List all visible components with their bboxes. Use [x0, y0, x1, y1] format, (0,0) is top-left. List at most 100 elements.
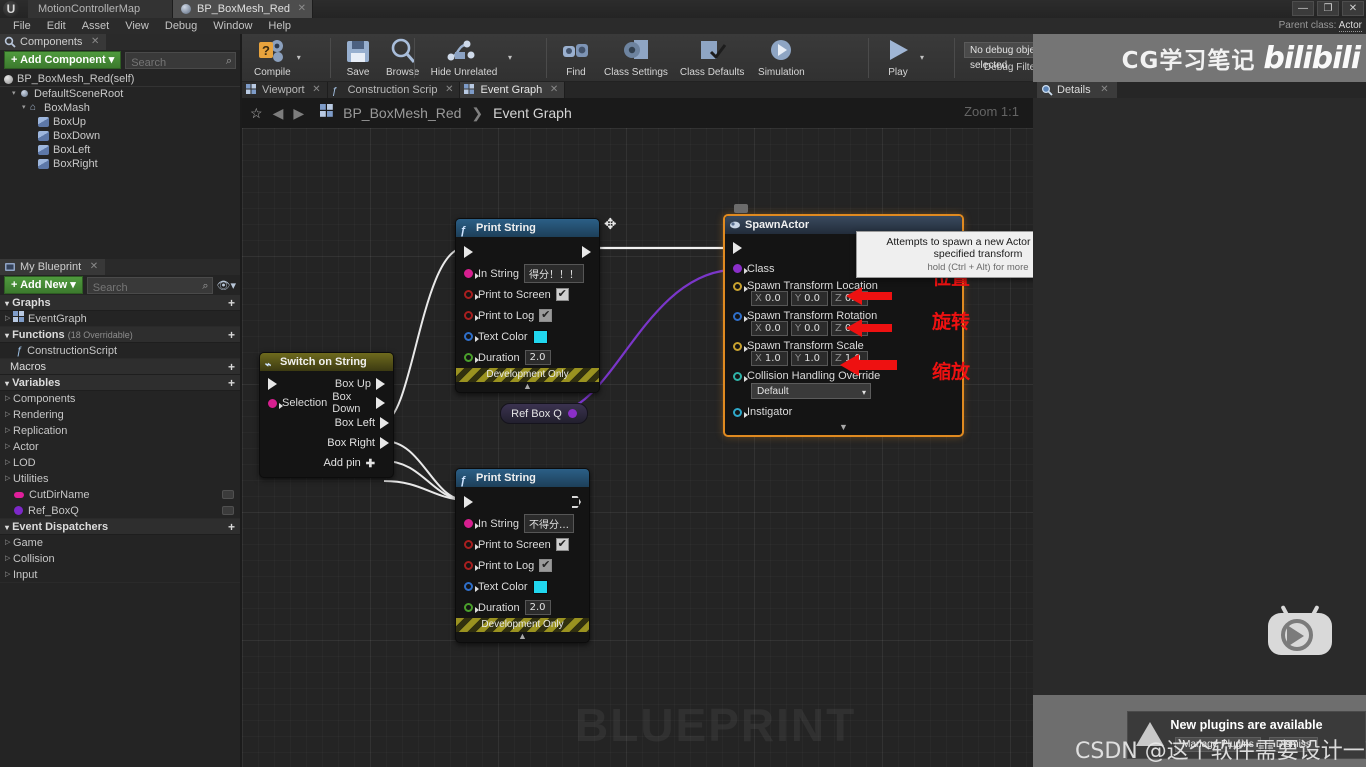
in-string-pin[interactable]: [464, 269, 479, 279]
text-color-pin[interactable]: [464, 582, 479, 592]
duration-input[interactable]: 2.0: [524, 600, 551, 615]
section-arrow-icon[interactable]: ▾: [5, 299, 9, 308]
exec-out-pin-box-right[interactable]: [380, 437, 389, 449]
tab-components[interactable]: Components ✕: [0, 34, 107, 50]
tree-item-defaultsceneroot[interactable]: ▾ DefaultSceneRoot: [0, 87, 240, 101]
text-color-swatch[interactable]: [532, 579, 548, 594]
compile-button[interactable]: ? Compile: [248, 35, 297, 78]
instigator-pin[interactable]: [733, 407, 748, 418]
expand-toggle[interactable]: ▼: [725, 421, 962, 435]
close-icon[interactable]: ✕: [445, 82, 453, 98]
class-defaults-button[interactable]: Class Defaults: [674, 35, 750, 78]
menu-item-edit[interactable]: Edit: [39, 18, 74, 34]
exec-in-pin[interactable]: [464, 246, 473, 258]
menu-item-view[interactable]: View: [117, 18, 157, 34]
list-item-replication[interactable]: ▷ Replication: [0, 423, 240, 439]
exec-out-pin-box-left[interactable]: [380, 417, 389, 429]
expand-arrow-icon[interactable]: ▾: [12, 87, 20, 101]
scale-z-input[interactable]: Z 1.0: [831, 351, 868, 366]
expand-arrow-icon[interactable]: ▷: [5, 455, 13, 471]
section-arrow-icon[interactable]: ▾: [5, 523, 9, 532]
section-functions[interactable]: ▾ Functions (18 Overridable) +: [0, 327, 240, 343]
tree-item-self[interactable]: BP_BoxMesh_Red(self): [0, 72, 240, 87]
maximize-button[interactable]: ❐: [1317, 1, 1339, 16]
find-button[interactable]: Find: [554, 35, 598, 78]
forward-arrow-icon[interactable]: ▶: [293, 105, 304, 122]
tab-event-graph[interactable]: Event Graph ✕: [460, 82, 566, 98]
list-item-actor[interactable]: ▷ Actor: [0, 439, 240, 455]
list-item-rendering[interactable]: ▷ Rendering: [0, 407, 240, 423]
text-color-swatch[interactable]: [532, 329, 548, 344]
collision-override-pin[interactable]: [733, 371, 748, 382]
simulation-button[interactable]: Simulation: [750, 35, 812, 78]
duration-input[interactable]: 2.0: [524, 350, 551, 365]
search-input[interactable]: [87, 280, 212, 295]
scale-x-input[interactable]: X 1.0: [751, 351, 788, 366]
print-to-log-pin[interactable]: [464, 311, 479, 321]
play-button[interactable]: Play: [876, 35, 920, 78]
menu-item-debug[interactable]: Debug: [157, 18, 205, 34]
list-item-cutdirname[interactable]: CutDirName: [0, 487, 240, 503]
expand-arrow-icon[interactable]: ▷: [5, 535, 13, 551]
add-macro-button[interactable]: +: [228, 359, 235, 375]
spawn-rotation-pin[interactable]: [733, 311, 748, 322]
tab-construction-script[interactable]: ƒ Construction Scrip ✕: [327, 82, 461, 98]
back-arrow-icon[interactable]: ◀: [273, 105, 284, 122]
window-tab-motioncontrollermap[interactable]: MotionControllerMap: [28, 0, 173, 18]
hide-unrelated-button[interactable]: Hide Unrelated: [420, 35, 508, 78]
print-to-screen-checkbox[interactable]: ✔: [555, 288, 569, 301]
add-variable-button[interactable]: +: [228, 375, 235, 391]
in-string-input[interactable]: 不得分…: [523, 514, 574, 533]
visibility-toggle[interactable]: [222, 506, 234, 515]
rotation-x-input[interactable]: X 0.0: [751, 321, 788, 336]
exec-out-pin-box-up[interactable]: [376, 378, 385, 390]
tree-item-boxup[interactable]: BoxUp: [0, 115, 240, 129]
collision-override-select[interactable]: Default ▾: [751, 383, 871, 399]
tree-item-boxmash[interactable]: ▾ ⌂ BoxMash: [0, 101, 240, 115]
expand-arrow-icon[interactable]: ▷: [5, 311, 13, 327]
print-to-screen-pin[interactable]: [464, 290, 479, 300]
close-icon[interactable]: ✕: [1100, 82, 1108, 98]
in-string-pin[interactable]: [464, 519, 479, 529]
exec-in-pin[interactable]: [464, 496, 473, 508]
window-tab-bpboxmeshred[interactable]: BP_BoxMesh_Red ✕: [173, 0, 313, 18]
spawn-scale-pin[interactable]: [733, 341, 748, 352]
section-arrow-icon[interactable]: ▾: [5, 379, 9, 388]
tree-item-boxdown[interactable]: BoxDown: [0, 129, 240, 143]
node-print-string-1[interactable]: ƒ Print String In String 得分！！！ Print to …: [455, 218, 600, 393]
collapse-toggle[interactable]: ▲: [456, 382, 599, 392]
parent-class-value[interactable]: Actor: [1338, 20, 1362, 32]
exec-in-pin[interactable]: [733, 242, 742, 254]
expand-arrow-icon[interactable]: ▷: [5, 423, 13, 439]
add-component-button[interactable]: + Add Component ▾: [4, 51, 122, 69]
hide-unrelated-dropdown-caret[interactable]: ▾: [508, 53, 512, 62]
expand-arrow-icon[interactable]: ▷: [5, 439, 13, 455]
expand-arrow-icon[interactable]: ▷: [5, 551, 13, 567]
collapse-toggle[interactable]: ▲: [456, 632, 589, 642]
in-string-input[interactable]: 得分！！！: [523, 264, 584, 283]
section-variables[interactable]: ▾ Variables +: [0, 375, 240, 391]
expand-arrow-icon[interactable]: ▷: [5, 391, 13, 407]
menu-item-file[interactable]: File: [5, 18, 39, 34]
print-to-screen-checkbox[interactable]: ✔: [555, 538, 569, 551]
list-item-constructionscript[interactable]: ƒ ConstructionScript: [0, 343, 240, 359]
exec-out-pin[interactable]: [572, 496, 581, 508]
class-settings-button[interactable]: Class Settings: [598, 35, 674, 78]
browse-button[interactable]: Browse: [380, 35, 425, 78]
duration-pin[interactable]: [464, 353, 479, 363]
location-y-input[interactable]: Y 0.0: [791, 291, 828, 306]
object-output-pin[interactable]: [567, 409, 577, 418]
list-item-refboxq[interactable]: Ref_BoxQ: [0, 503, 240, 519]
expand-arrow-icon[interactable]: ▷: [5, 471, 13, 487]
list-item-collision[interactable]: ▷ Collision: [0, 551, 240, 567]
print-to-log-pin[interactable]: [464, 561, 479, 571]
class-pin[interactable]: [733, 264, 748, 274]
scale-y-input[interactable]: Y 1.0: [791, 351, 828, 366]
list-item-eventgraph[interactable]: ▷ EventGraph: [0, 310, 240, 327]
breadcrumb-root[interactable]: BP_BoxMesh_Red: [343, 105, 461, 121]
exec-out-pin-box-down[interactable]: [376, 397, 385, 409]
compile-dropdown-caret[interactable]: ▾: [297, 53, 301, 62]
expand-arrow-icon[interactable]: ▾: [22, 101, 30, 115]
spawn-location-pin[interactable]: [733, 281, 748, 292]
print-to-log-checkbox[interactable]: ✔: [539, 559, 553, 572]
